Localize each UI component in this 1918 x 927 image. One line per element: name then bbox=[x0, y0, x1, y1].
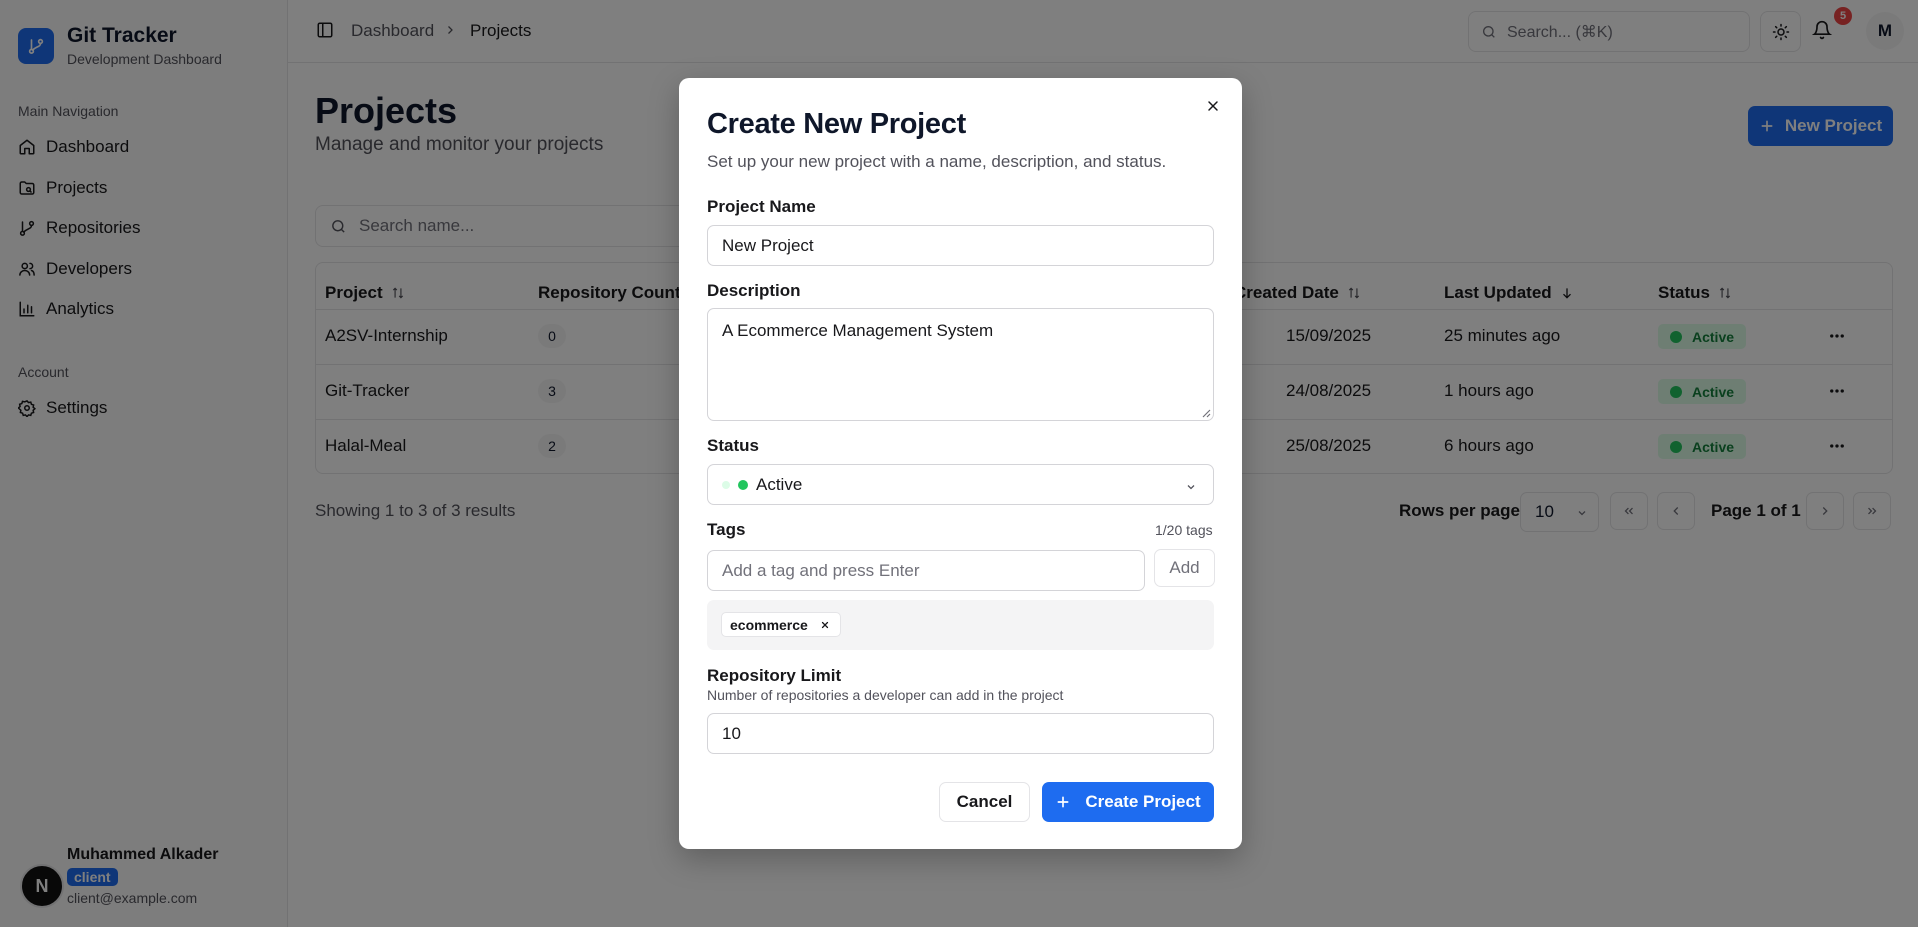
status-select[interactable]: Active bbox=[707, 464, 1214, 505]
description-value: A Ecommerce Management System bbox=[722, 321, 994, 340]
tag-chip-label: ecommerce bbox=[730, 616, 808, 633]
repo-limit-help: Number of repositories a developer can a… bbox=[707, 687, 1064, 703]
repo-limit-value: 10 bbox=[722, 723, 741, 743]
tag-chip: ecommerce bbox=[721, 612, 841, 637]
project-name-label: Project Name bbox=[707, 197, 816, 216]
tag-list: ecommerce bbox=[707, 600, 1214, 650]
resize-grip-icon[interactable] bbox=[1201, 408, 1211, 418]
remove-tag-icon[interactable] bbox=[820, 620, 830, 630]
plus-icon bbox=[1057, 796, 1069, 808]
tags-label: Tags bbox=[707, 520, 746, 539]
tags-counter: 1/20 tags bbox=[1155, 522, 1213, 538]
project-name-value: New Project bbox=[722, 235, 814, 255]
repo-limit-input[interactable]: 10 bbox=[707, 713, 1214, 754]
tag-input-placeholder: Add a tag and press Enter bbox=[722, 560, 920, 580]
dialog-description: Set up your new project with a name, des… bbox=[707, 152, 1167, 171]
tag-input[interactable]: Add a tag and press Enter bbox=[707, 550, 1145, 591]
repo-limit-label: Repository Limit bbox=[707, 666, 842, 685]
add-tag-button[interactable]: Add bbox=[1154, 549, 1215, 587]
close-button[interactable] bbox=[1205, 98, 1221, 114]
dialog-title: Create New Project bbox=[707, 108, 966, 140]
create-project-dialog: Create New Project Set up your new proje… bbox=[679, 78, 1242, 849]
status-ring-icon bbox=[722, 480, 730, 489]
status-select-value: Active bbox=[756, 474, 803, 494]
description-textarea[interactable]: A Ecommerce Management System bbox=[707, 308, 1214, 421]
status-dot-icon bbox=[738, 479, 748, 490]
cancel-button[interactable]: Cancel bbox=[939, 782, 1030, 822]
description-label: Description bbox=[707, 281, 801, 300]
status-label: Status bbox=[707, 436, 759, 455]
close-icon bbox=[1208, 101, 1218, 111]
project-name-input[interactable]: New Project bbox=[707, 225, 1214, 266]
create-project-button[interactable]: Create Project bbox=[1042, 782, 1214, 822]
create-project-label: Create Project bbox=[1085, 792, 1201, 811]
chevron-down-icon bbox=[1187, 485, 1195, 490]
